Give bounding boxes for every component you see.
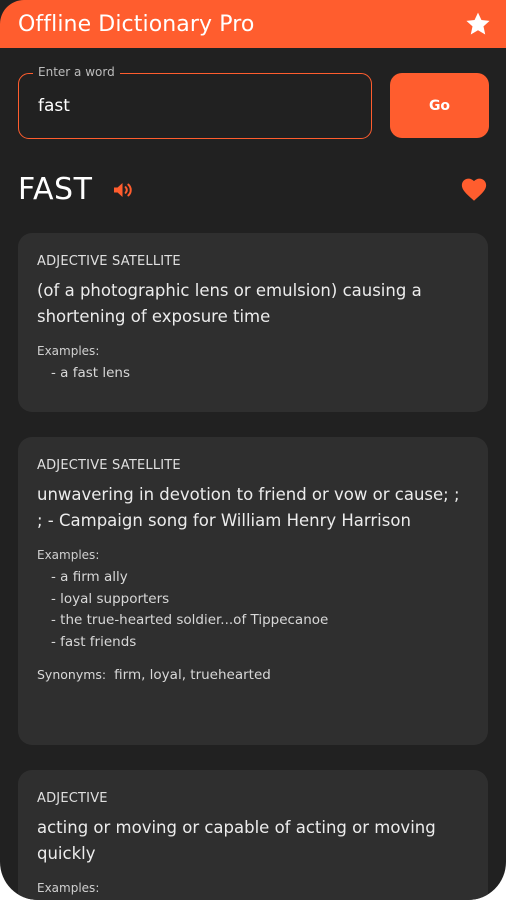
word-input-label: Enter a word	[33, 65, 120, 79]
example-item: - loyal supporters	[51, 590, 170, 607]
definition-text: acting or moving or capable of acting or…	[37, 818, 436, 863]
example-item: - the true-hearted soldier...of Tippecan…	[51, 612, 329, 628]
word-header: FAST	[18, 170, 488, 210]
word-title: FAST	[18, 172, 93, 207]
go-button[interactable]: Go	[390, 73, 489, 138]
synonyms-values: firm, loyal, truehearted	[114, 667, 271, 683]
example-item: - a fast lens	[51, 365, 131, 381]
definition-text: (of a photographic lens or emulsion) cau…	[37, 281, 422, 326]
examples-label: Examples:	[37, 881, 100, 895]
part-of-speech: ADJECTIVE	[37, 791, 108, 806]
synonyms-label: Synonyms:	[37, 667, 107, 682]
part-of-speech: ADJECTIVE SATELLITE	[37, 254, 181, 269]
word-input-field[interactable]: Enter a word fast	[18, 65, 372, 139]
search-row: Enter a word fast Go	[18, 65, 489, 139]
definition-card: ADJECTIVE SATELLITE (of a photographic l…	[18, 233, 488, 412]
definition-card: ADJECTIVE SATELLITE unwavering in devoti…	[18, 437, 488, 745]
app-title: Offline Dictionary Pro	[18, 11, 255, 37]
word-input-value[interactable]: fast	[38, 96, 70, 116]
app-bar: Offline Dictionary Pro	[0, 0, 506, 48]
heart-icon[interactable]	[460, 176, 488, 204]
part-of-speech: ADJECTIVE SATELLITE	[37, 458, 181, 473]
speaker-icon[interactable]	[111, 178, 135, 202]
star-icon[interactable]	[464, 10, 492, 38]
definition-text: unwavering in devotion to friend or vow …	[37, 485, 460, 530]
examples-label: Examples:	[37, 344, 100, 358]
examples-label: Examples:	[37, 548, 100, 562]
app-screen: Offline Dictionary Pro Enter a word fast…	[0, 0, 506, 900]
definition-card: ADJECTIVE acting or moving or capable of…	[18, 770, 488, 900]
example-item: - a firm ally	[51, 569, 128, 585]
example-item: - fast friends	[51, 633, 137, 650]
synonyms-row: Synonyms: firm, loyal, truehearted	[37, 667, 469, 683]
